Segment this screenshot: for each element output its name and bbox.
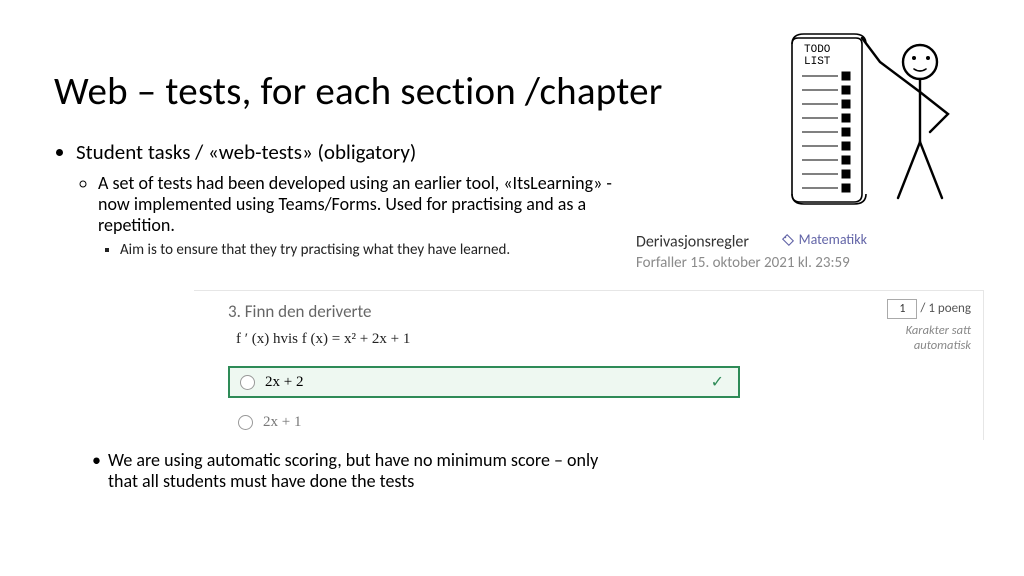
radio-icon [238,415,253,430]
assignment-header: Derivasjonsregler Matematikk Forfaller 1… [636,231,986,272]
check-icon: ✓ [711,372,724,392]
bullet-level3: Aim is to ensure that they try practisin… [120,241,614,260]
assignment-due: Forfaller 15. oktober 2021 kl. 23:59 [636,254,986,272]
todo-list-illustration: TODO LIST [780,22,980,222]
score-value[interactable]: 1 [887,299,917,319]
auto-grade-line2: automatisk [914,338,971,353]
radio-icon [240,375,255,390]
bullet-level1: Student tasks / «web-tests» (obligatory) [76,140,614,165]
points-box: 1 / 1 poeng Karakter satt automatisk [887,299,971,353]
footer-bullet: We are using automatic scoring, but have… [108,450,618,491]
tag-icon [781,233,795,247]
question-card: 3. Finn den deriverte f ′ (x) hvis f (x)… [194,290,984,440]
question-title: 3. Finn den deriverte [228,301,371,322]
answer-option-wrong[interactable]: 2x + 1 [228,406,740,438]
auto-grade-line1: Karakter satt [906,323,971,338]
slide-title: Web – tests, for each section /chapter [54,68,663,115]
score-suffix: / 1 poeng [920,301,971,316]
question-formula: f ′ (x) hvis f (x) = x² + 2x + 1 [236,331,410,348]
assignment-tag-label: Matematikk [799,231,867,248]
body-text: Student tasks / «web-tests» (obligatory)… [54,140,614,266]
assignment-tag[interactable]: Matematikk [781,231,867,248]
option-label: 2x + 2 [265,374,303,391]
option-label: 2x + 1 [263,414,301,431]
answer-option-correct[interactable]: 2x + 2 ✓ [228,366,740,398]
slide: Web – tests, for each section /chapter S… [0,0,1024,576]
bullet-level2: A set of tests had been developed using … [98,173,614,235]
assignment-name: Derivasjonsregler [636,233,749,252]
svg-text:LIST: LIST [804,56,831,68]
todo-heading: TODO [804,44,831,56]
